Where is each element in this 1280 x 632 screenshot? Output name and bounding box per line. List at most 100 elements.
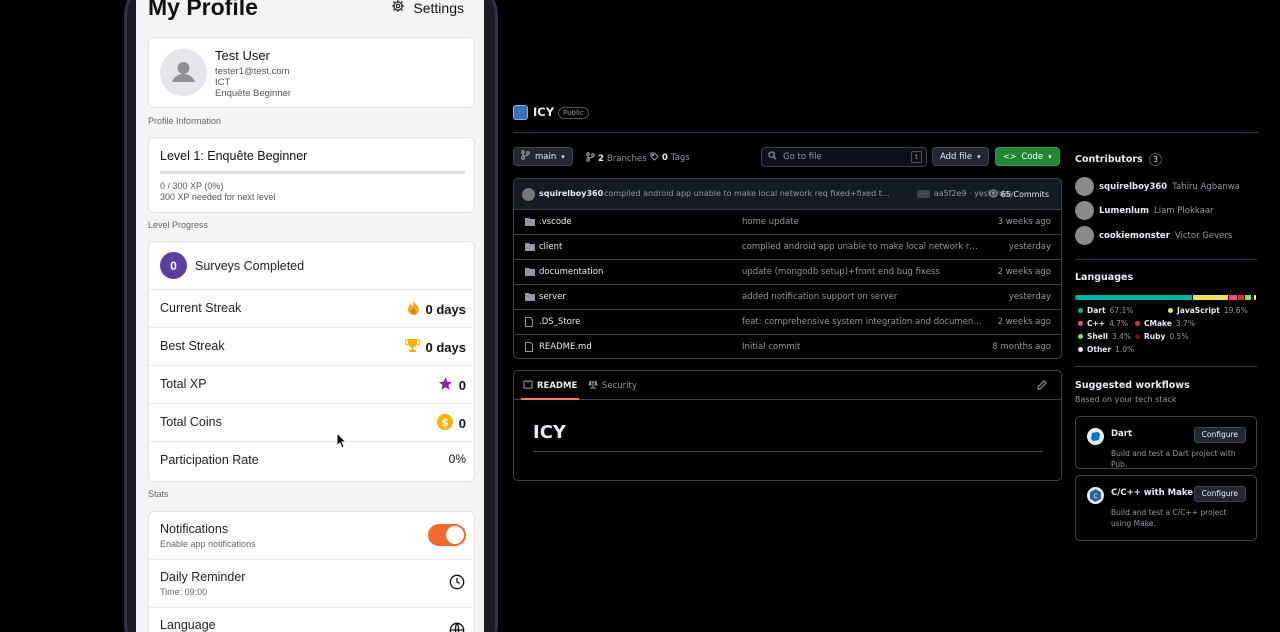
- code-button[interactable]: <> Code ▾: [995, 147, 1060, 166]
- repo-name[interactable]: ICY: [533, 105, 554, 119]
- tab-security[interactable]: Security: [588, 380, 637, 392]
- file-name[interactable]: .DS_Store: [539, 317, 580, 327]
- tab-readme[interactable]: README: [523, 380, 577, 392]
- file-name[interactable]: README.md: [539, 342, 592, 352]
- total-coins-row: Total Coins $ 0: [149, 404, 474, 442]
- settings-label: Settings: [413, 0, 464, 16]
- commits-link[interactable]: 65 Commits: [989, 189, 1049, 200]
- language-name: CMake: [1144, 319, 1172, 328]
- page-title: My Profile: [148, 0, 258, 20]
- configure-button[interactable]: Configure: [1193, 427, 1246, 443]
- globe-icon[interactable]: [449, 622, 465, 632]
- file-icon: [525, 342, 533, 355]
- file-commit-message[interactable]: home update: [742, 217, 982, 227]
- add-file-label: Add file: [940, 151, 973, 162]
- language-item[interactable]: Shell 3.4%: [1078, 332, 1131, 341]
- file-commit-message[interactable]: update (mongodb setup)+front end bug fix…: [742, 267, 982, 277]
- file-name[interactable]: .vscode: [539, 217, 572, 227]
- contributor-item[interactable]: Lumenlum Liam Plokkaar: [1075, 201, 1214, 220]
- repo-avatar-icon: [513, 105, 528, 120]
- readme-panel: README Security ICY: [513, 370, 1062, 481]
- contributors-title: Contributors: [1075, 154, 1143, 165]
- configure-button[interactable]: Configure: [1193, 486, 1246, 502]
- section-label-profile: Profile Information: [148, 116, 222, 126]
- file-row[interactable]: client compiled android app unable to mak…: [514, 235, 1061, 260]
- language-item[interactable]: CMake 3.7%: [1135, 319, 1195, 328]
- file-name[interactable]: server: [539, 292, 566, 302]
- tags-link[interactable]: 0 Tags: [650, 152, 690, 164]
- language-percent: 3.4%: [1111, 332, 1132, 341]
- language-item[interactable]: JavaScript 19.6%: [1168, 306, 1248, 315]
- language-percent: 0.5%: [1169, 332, 1189, 341]
- folder-icon: [525, 292, 535, 304]
- language-bar-segment: [1237, 295, 1245, 300]
- contributor-item[interactable]: squirelboy360 Tahiru Agbanwa: [1075, 177, 1240, 196]
- current-streak-row: Current Streak 0 days: [149, 290, 474, 328]
- svg-text:$: $: [441, 416, 449, 429]
- language-item[interactable]: Ruby 0.5%: [1135, 332, 1188, 341]
- file-name[interactable]: client: [539, 242, 562, 252]
- language-item[interactable]: C++ 4.7%: [1078, 319, 1128, 328]
- divider: [533, 451, 1042, 452]
- chevron-down-icon: ▾: [1048, 152, 1052, 161]
- xp-next-text: 300 XP needed for next level: [160, 192, 276, 202]
- pencil-icon[interactable]: [1037, 380, 1047, 393]
- file-time: yesterday: [1008, 242, 1051, 252]
- language-name: JavaScript: [1177, 306, 1220, 315]
- contributor-name: Liam Plokkaar: [1153, 205, 1214, 216]
- file-time: 8 months ago: [992, 342, 1051, 352]
- file-commit-message[interactable]: feat: comprehensive system integration a…: [742, 317, 982, 327]
- current-streak-value: 0 days: [425, 301, 466, 317]
- surveys-count-badge: 0: [160, 252, 187, 279]
- file-commit-message[interactable]: added notification support on server: [742, 292, 982, 302]
- history-icon: [989, 189, 998, 200]
- branch-select-button[interactable]: main ▾: [513, 147, 573, 166]
- commit-message[interactable]: compiled android app unable to make loca…: [604, 189, 894, 198]
- language-bar-segment: [1252, 295, 1254, 300]
- contributor-name: Victor Gevers: [1174, 230, 1233, 241]
- language-dot-icon: [1078, 347, 1083, 352]
- file-row[interactable]: README.md Initial commit 8 months ago: [514, 335, 1061, 358]
- divider: [1075, 366, 1257, 367]
- add-file-button[interactable]: Add file ▾: [932, 147, 989, 166]
- commit-author[interactable]: squirelboy360: [539, 189, 603, 198]
- avatar[interactable]: [522, 188, 535, 201]
- language-dot-icon: [1078, 308, 1083, 313]
- languages-heading: Languages: [1075, 272, 1134, 283]
- file-commit-message[interactable]: Initial commit: [742, 342, 982, 352]
- profile-header: My Profile Settings: [148, 0, 472, 26]
- cpp-logo-icon: C: [1087, 487, 1104, 504]
- branches-link[interactable]: 2 Branches: [586, 152, 647, 165]
- user-rank: Enquête Beginner: [215, 88, 292, 99]
- language-dot-icon: [1168, 308, 1173, 313]
- file-list: .vscode home update 3 weeks ago client compi…: [514, 210, 1061, 358]
- readme-heading: ICY: [533, 422, 566, 443]
- folder-icon: [525, 267, 535, 279]
- ellipsis-icon[interactable]: ···: [917, 189, 930, 198]
- file-row[interactable]: documentation update (mongodb setup)+fron…: [514, 260, 1061, 285]
- file-time: yesterday: [1008, 292, 1051, 302]
- language-name: Dart: [1087, 306, 1106, 315]
- contributors-heading[interactable]: Contributors 3: [1075, 153, 1163, 166]
- contributor-item[interactable]: cookiemonster Victor Gevers: [1075, 226, 1232, 245]
- book-icon: [523, 380, 533, 392]
- file-row[interactable]: server added notification support on serv…: [514, 285, 1061, 310]
- file-commit-message[interactable]: compiled android app unable to make loca…: [742, 242, 982, 252]
- notifications-toggle[interactable]: [428, 524, 466, 546]
- surveys-label: Surveys Completed: [195, 259, 305, 273]
- language-percent: 4.7%: [1109, 319, 1129, 328]
- language-item[interactable]: Dart 67.1%: [1078, 306, 1133, 315]
- clock-icon[interactable]: [449, 574, 465, 595]
- contributor-handle: Lumenlum: [1099, 205, 1149, 216]
- svg-text:C: C: [1093, 493, 1097, 500]
- contributor-handle: cookiemonster: [1099, 230, 1170, 241]
- settings-button[interactable]: Settings: [391, 0, 464, 16]
- languages-bar: [1075, 295, 1257, 300]
- file-row[interactable]: .DS_Store feat: comprehensive system inte…: [514, 310, 1061, 335]
- branch-icon: [586, 152, 595, 165]
- file-row[interactable]: .vscode home update 3 weeks ago: [514, 210, 1061, 235]
- daily-reminder-sub: Time: 09:00: [160, 587, 208, 597]
- file-name[interactable]: documentation: [539, 267, 603, 277]
- go-to-file-input[interactable]: Go to file t: [761, 147, 927, 167]
- language-item[interactable]: Other 1.0%: [1078, 345, 1134, 354]
